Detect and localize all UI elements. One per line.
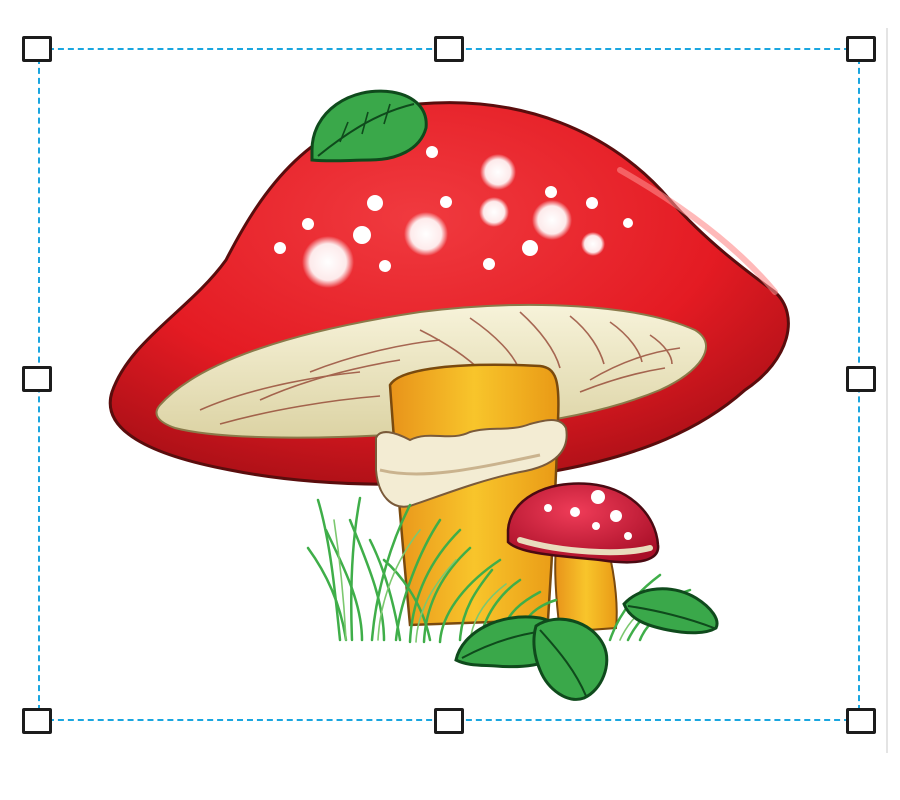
resize-handle-top-right[interactable]	[846, 36, 876, 62]
resize-handle-middle-left[interactable]	[22, 366, 52, 392]
resize-handle-bottom-right[interactable]	[846, 708, 876, 734]
resize-handle-middle-right[interactable]	[846, 366, 876, 392]
resize-handle-bottom-center[interactable]	[434, 708, 464, 734]
resize-handle-top-center[interactable]	[434, 36, 464, 62]
selection-frame	[38, 48, 860, 721]
document-canvas	[0, 0, 900, 800]
resize-handle-top-left[interactable]	[22, 36, 52, 62]
resize-handle-bottom-left[interactable]	[22, 708, 52, 734]
